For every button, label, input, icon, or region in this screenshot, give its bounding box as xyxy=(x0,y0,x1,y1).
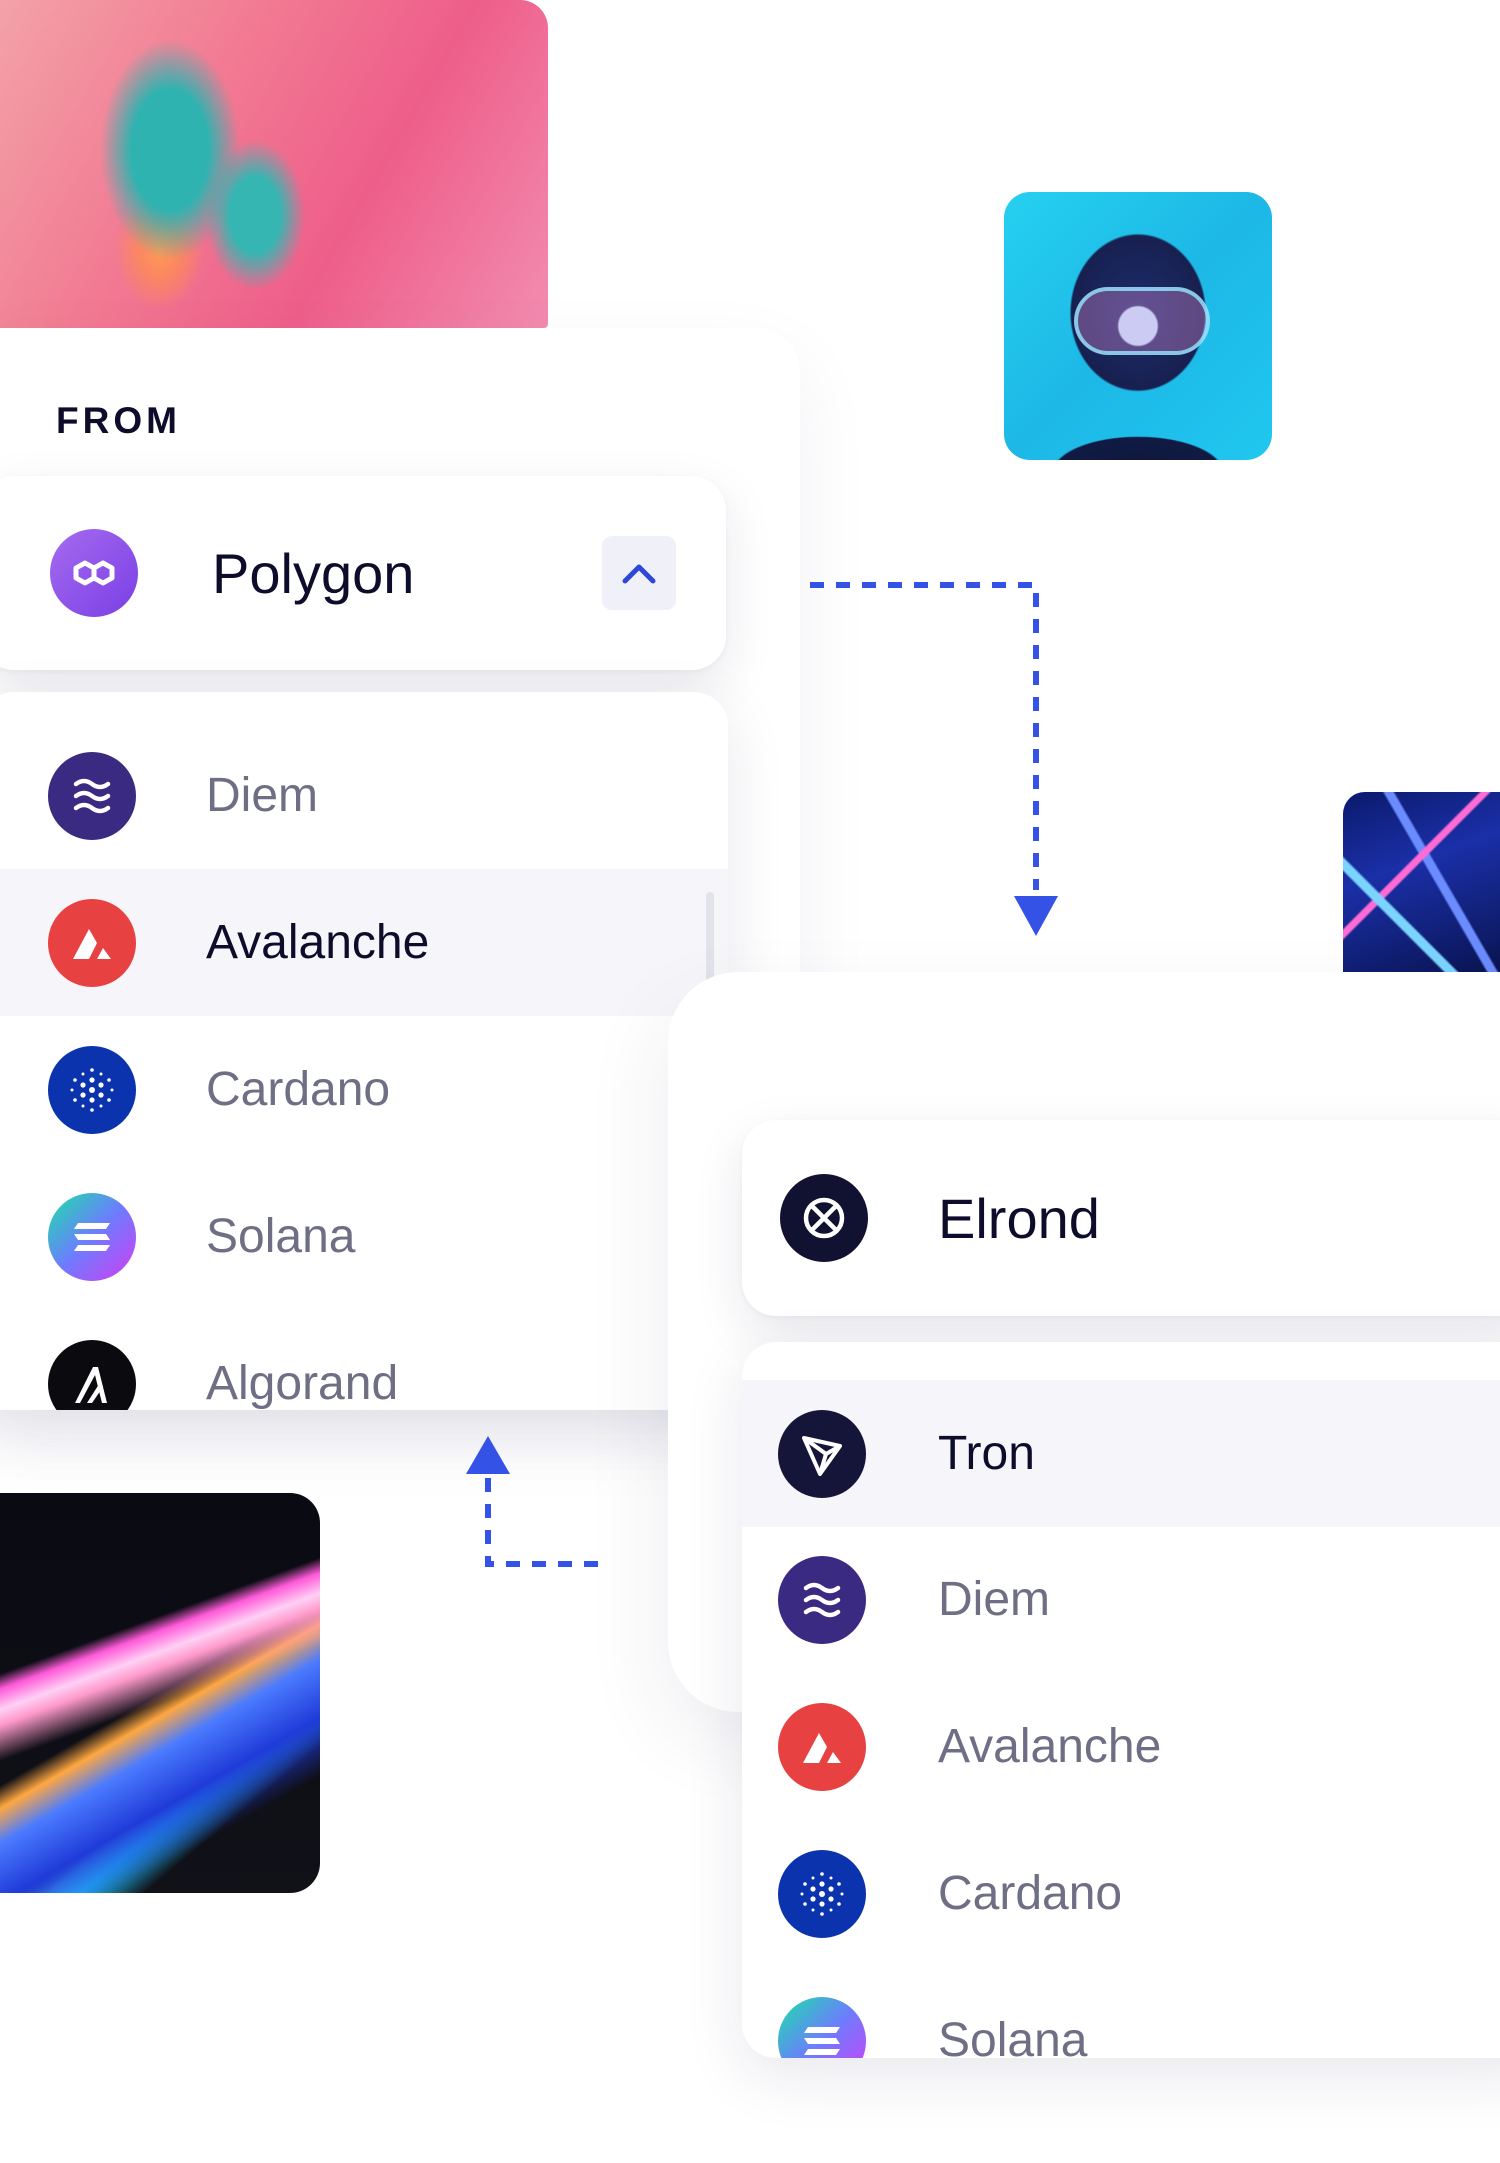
list-item-label: Tron xyxy=(938,1427,1035,1480)
from-list: Diem Avalanche Cardano Solana Algorand xyxy=(0,692,728,1410)
polygon-icon xyxy=(50,529,138,617)
chevron-up-icon xyxy=(620,561,658,585)
list-item-label: Algorand xyxy=(206,1357,399,1410)
to-select[interactable]: Elrond xyxy=(742,1120,1500,1316)
cardano-icon xyxy=(778,1849,866,1938)
list-item[interactable]: Cardano xyxy=(0,1016,728,1163)
list-item[interactable]: Diem xyxy=(742,1526,1500,1673)
avalanche-icon xyxy=(778,1702,866,1791)
connector-arrow-down xyxy=(810,582,1058,936)
avalanche-icon xyxy=(48,898,136,987)
list-item-label: Cardano xyxy=(206,1063,391,1116)
list-item-label: Cardano xyxy=(938,1867,1123,1920)
connector-arrow-up xyxy=(466,1436,606,1567)
list-item[interactable]: Algorand xyxy=(0,1310,728,1410)
to-selected-name: Elrond xyxy=(938,1186,1100,1250)
list-item-label: Avalanche xyxy=(206,916,430,969)
list-item[interactable]: Cardano xyxy=(742,1820,1500,1967)
from-label: FROM xyxy=(56,400,181,441)
list-item[interactable]: Diem xyxy=(0,722,728,869)
solana-icon xyxy=(778,1996,866,2058)
list-item-label: Diem xyxy=(938,1573,1051,1626)
collapse-button[interactable] xyxy=(602,536,676,610)
diem-icon xyxy=(778,1555,866,1644)
from-select[interactable]: Polygon xyxy=(0,476,726,670)
to-list: Tron Diem Avalanche Cardano Solana xyxy=(742,1342,1500,2058)
algorand-icon xyxy=(48,1339,136,1410)
list-item[interactable]: Solana xyxy=(742,1967,1500,2058)
solana-icon xyxy=(48,1192,136,1281)
list-item-label: Diem xyxy=(206,769,319,822)
crystal-photo xyxy=(1343,792,1500,974)
elrond-icon xyxy=(780,1174,868,1262)
cactus-photo xyxy=(0,0,548,328)
helmet-photo xyxy=(1004,192,1272,460)
diem-icon xyxy=(48,751,136,840)
from-selected-name: Polygon xyxy=(212,541,415,605)
list-item[interactable]: Solana xyxy=(0,1163,728,1310)
list-item-label: Solana xyxy=(206,1210,356,1263)
cardano-icon xyxy=(48,1045,136,1134)
tron-icon xyxy=(778,1409,866,1498)
list-item[interactable]: Avalanche xyxy=(742,1673,1500,1820)
neon-photo xyxy=(0,1493,320,1893)
list-item-label: Avalanche xyxy=(938,1720,1162,1773)
list-item[interactable]: Avalanche xyxy=(0,869,728,1016)
list-item[interactable]: Tron xyxy=(742,1380,1500,1527)
list-item-label: Solana xyxy=(938,2014,1088,2058)
